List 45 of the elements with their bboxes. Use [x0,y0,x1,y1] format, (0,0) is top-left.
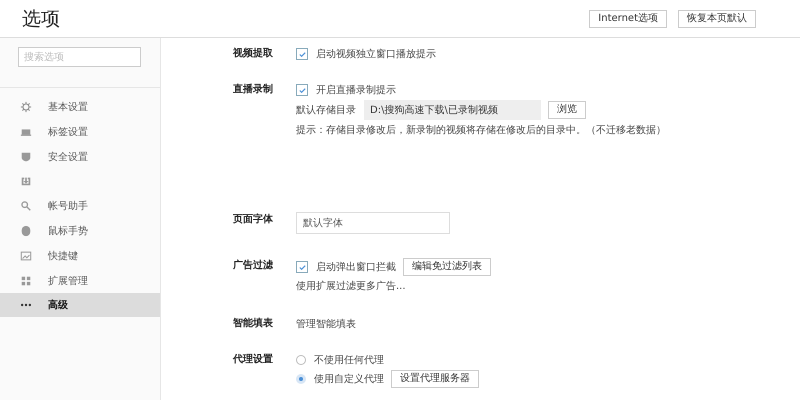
radio-label: 不使用任何代理 [314,354,384,367]
grid-icon [20,274,32,287]
checkbox-label: 启动视频独立窗口播放提示 [316,48,436,61]
sidebar-item[interactable]: 快捷键 [0,244,160,268]
section-label: 广告过滤 [233,258,274,273]
header-button[interactable]: 恢复本页默认 [678,10,756,28]
section-label: 页面字体 [233,212,274,227]
check-icon [298,86,306,94]
mouse-icon [20,224,32,237]
sidebar-item[interactable]: 鼠标手势 [0,218,160,243]
check-icon [298,262,306,272]
section-label: 代理设置 [233,352,274,367]
radio-label: 使用自定义代理 [314,372,384,386]
path-field[interactable]: D:\搜狗高速下载\已录制视频 [364,100,541,120]
shield-icon [20,150,32,163]
checkbox-label: 开启直播录制提示 [316,84,396,97]
browse-button[interactable]: 浏览 [548,101,586,119]
gear-icon [20,101,32,113]
sidebar-item[interactable]: 高级 [0,293,160,318]
sidebar-item[interactable]: 标签设置 [0,120,160,144]
search-icon [20,200,32,212]
hint-text: 提示：存储目录修改后，新录制的视频将存储在修改后的目录中。（不迁移老数据） [296,124,666,137]
window-title: 选项 [22,6,60,32]
field-label: 默认存储目录 [296,104,356,117]
checkbox-label: 启动弹出窗口拦截 [316,260,396,274]
sidebar-item[interactable]: 安全设置 [0,144,160,169]
sidebar-item[interactable]: 帐号助手 [0,194,160,218]
download-icon [20,175,32,188]
check-icon [298,50,306,58]
font-dropdown[interactable]: 默认字体 [296,212,450,234]
section-label: 智能填表 [233,316,274,331]
hint-text: 管理智能填表 [296,318,356,331]
checkbox[interactable] [296,84,308,96]
hint-text: 使用扩展过滤更多广告... [296,280,406,293]
section-label: 视频提取 [233,46,274,61]
radio-button[interactable] [296,355,306,365]
sidebar-item[interactable]: 基本设置 [0,95,160,119]
action-button[interactable]: 设置代理服务器 [391,370,479,388]
header-button[interactable]: Internet选项 [589,10,667,28]
action-button[interactable]: 编辑免过滤列表 [403,258,491,276]
checkbox[interactable] [296,48,308,60]
section-label: 直播录制 [233,82,274,97]
sidebar-item[interactable]: 扩展管理 [0,268,160,293]
checkbox[interactable] [296,261,308,273]
search-field[interactable]: 搜索选项 [18,47,141,67]
